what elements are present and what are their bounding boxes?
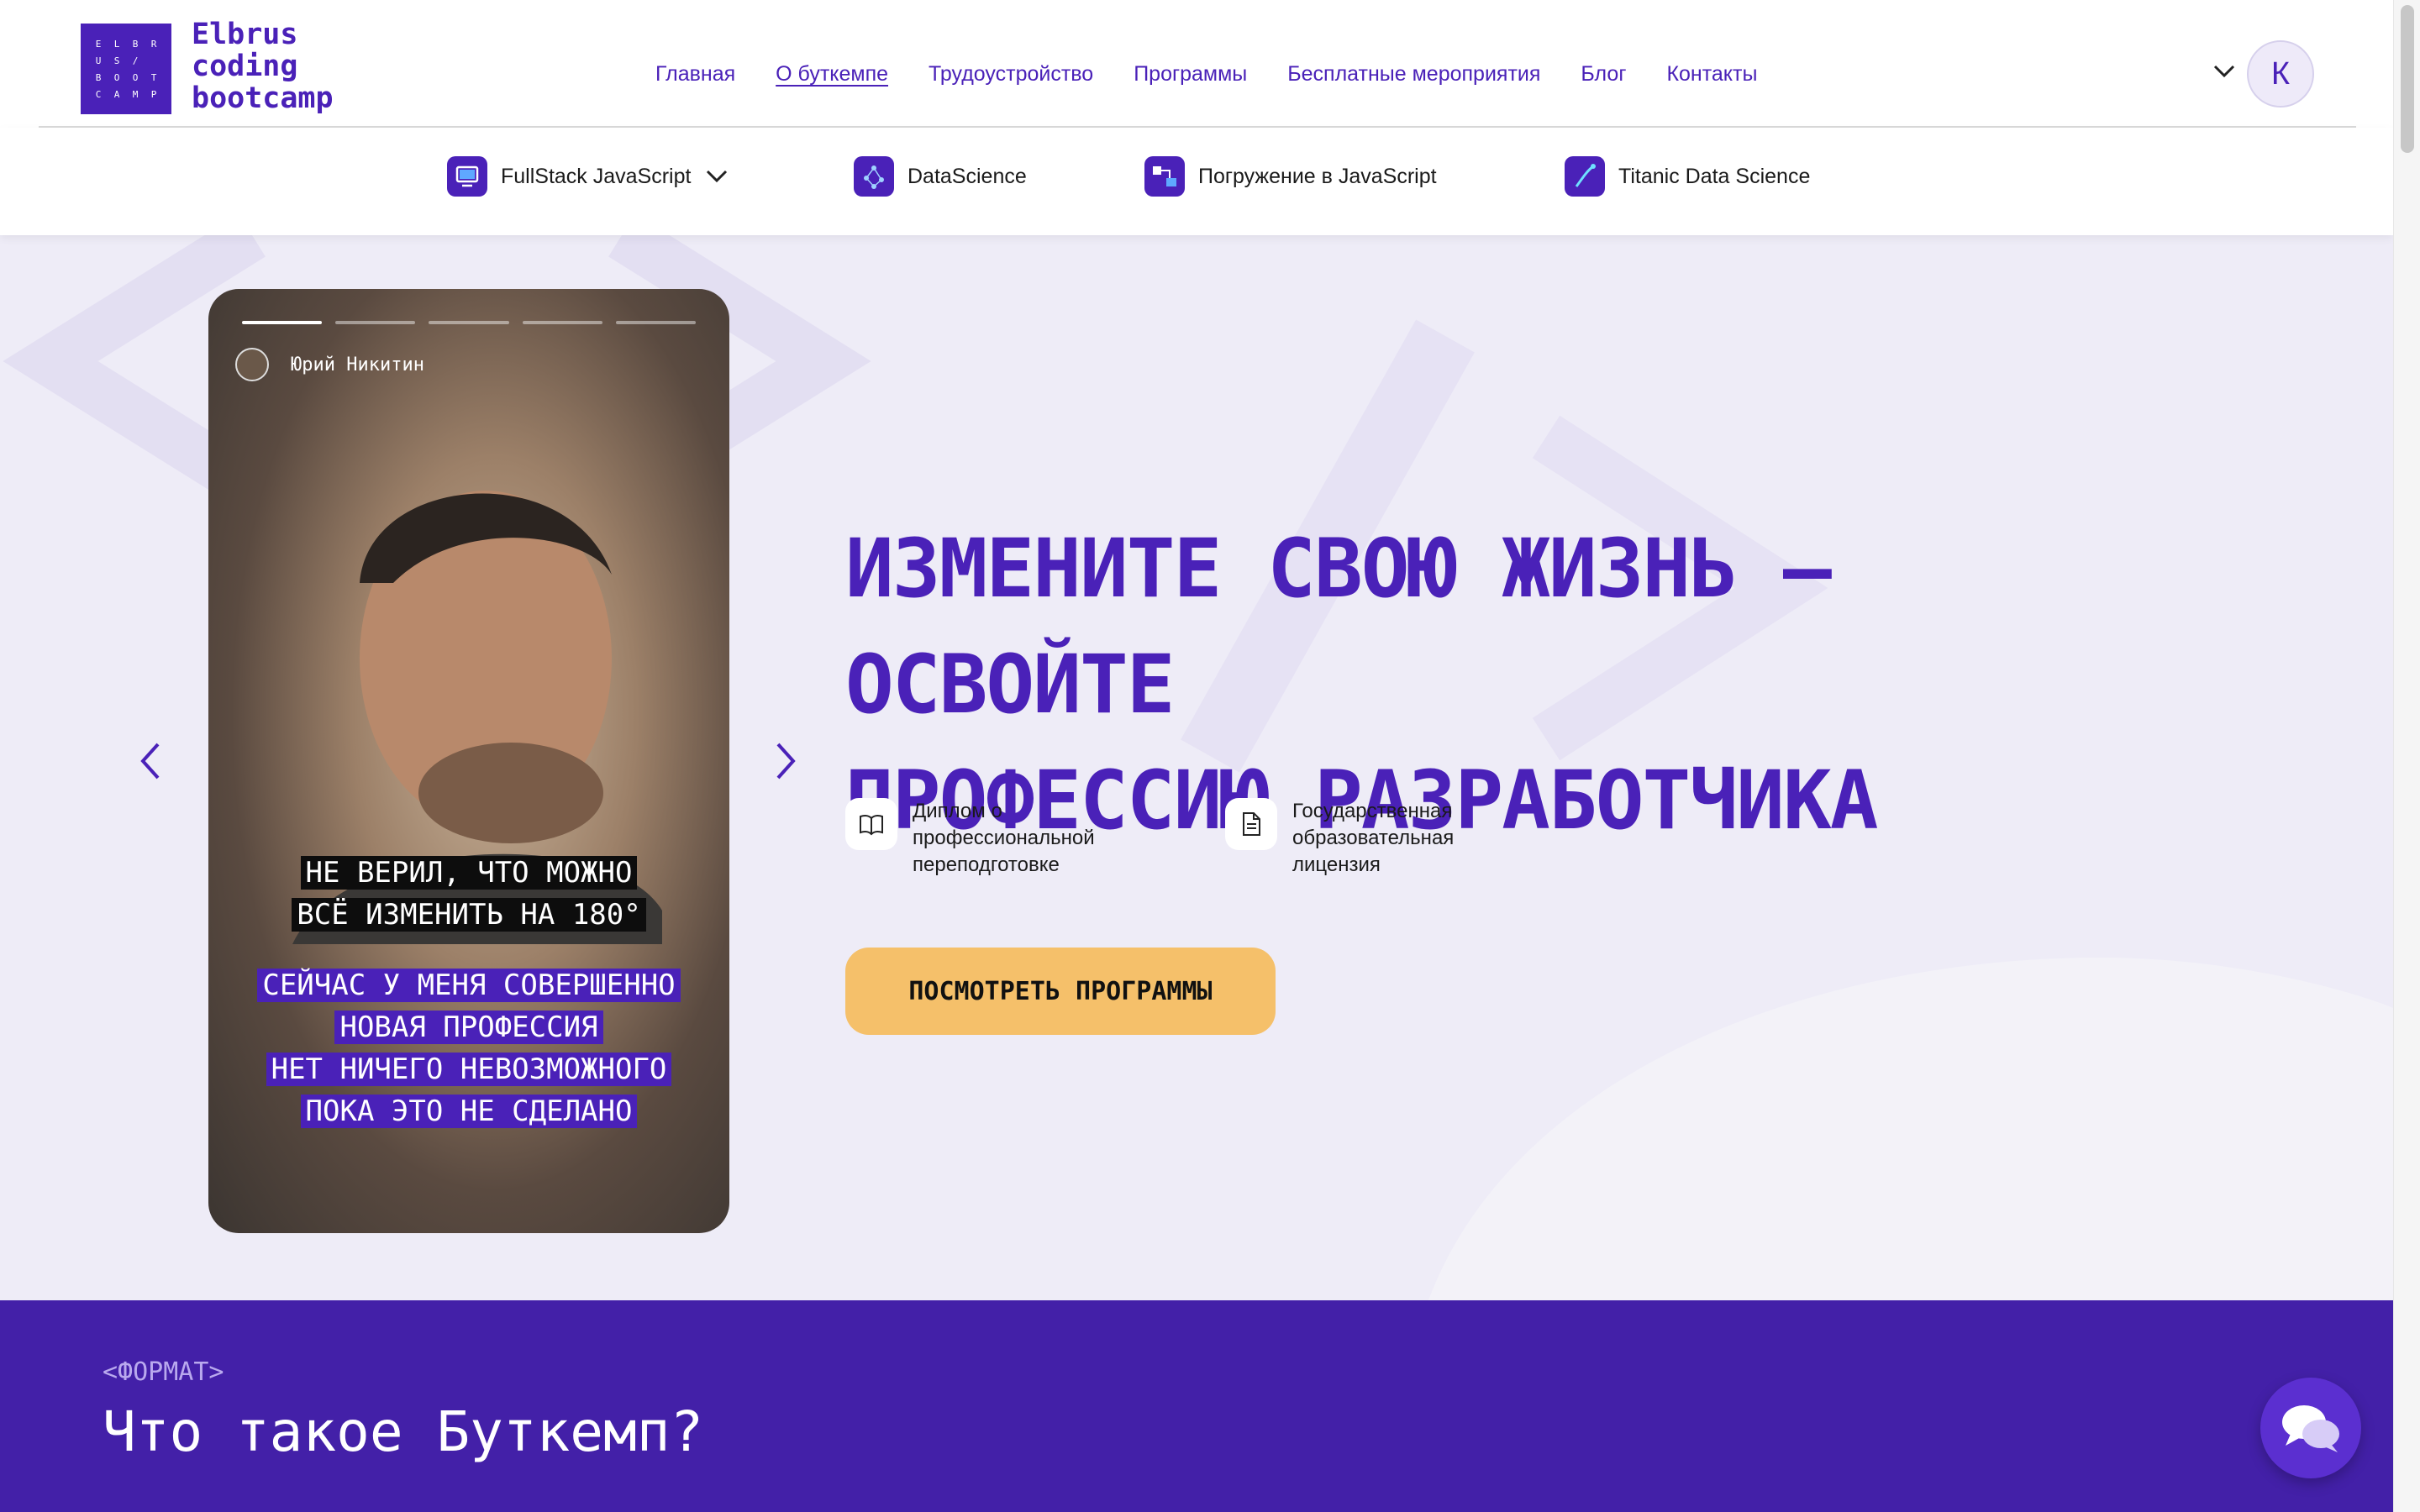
logo-letter: A — [113, 88, 120, 100]
author-name: Юрий Никитин — [291, 354, 424, 375]
caption-line: СЕЙЧАС У МЕНЯ СОВЕРШЕННО — [257, 969, 681, 1002]
chevron-right-icon[interactable] — [768, 736, 802, 786]
program-label: FullStack JavaScript — [501, 164, 692, 188]
quill-icon — [1565, 156, 1605, 197]
program-titanic-ds[interactable]: Titanic Data Science — [1565, 156, 1810, 197]
logo-mark[interactable]: E L B R U S / B O O T C A M P — [81, 24, 171, 114]
main-nav: Главная О буткемпе Трудоустройство Прогр… — [655, 62, 1757, 87]
program-label: Titanic Data Science — [1618, 164, 1811, 188]
feature-diploma: Диплом о профессиональной переподготовке — [845, 798, 1131, 879]
program-label: DataScience — [908, 164, 1027, 188]
nav-link-programs[interactable]: Программы — [1134, 62, 1247, 87]
caption-line: ПОКА ЭТО НЕ СДЕЛАНО — [300, 1095, 638, 1128]
site-header: E L B R U S / B O O T C A M P Elbrus cod… — [0, 0, 2393, 126]
logo-letter: / — [132, 55, 139, 66]
nav-link-home[interactable]: Главная — [655, 62, 735, 87]
story-progress-segment — [429, 321, 509, 324]
feature-license: Государственная образовательная лицензия — [1225, 798, 1511, 879]
author-avatar — [235, 348, 269, 381]
caption-line: ВСЁ ИЗМЕНИТЬ НА 180° — [292, 898, 646, 932]
logo-letter: O — [132, 71, 139, 83]
caption-line: НОВАЯ ПРОФЕССИЯ — [334, 1011, 603, 1044]
story-progress-segment — [335, 321, 416, 324]
document-icon — [1225, 798, 1277, 850]
hero-section: Юрий Никитин НЕ ВЕРИЛ, ЧТО МОЖНО ВСЁ ИЗМ… — [0, 235, 2393, 1300]
view-programs-button[interactable]: ПОСМОТРЕТЬ ПРОГРАММЫ — [845, 948, 1276, 1035]
logo-letter: O — [113, 71, 120, 83]
logo-letter: B — [132, 38, 139, 50]
headline-line: ИЗМЕНИТЕ СВОЮ ЖИЗНЬ — ОСВОЙТЕ — [845, 522, 1832, 732]
logo-letter: P — [150, 88, 157, 100]
network-icon — [854, 156, 894, 197]
caption-line: НЕТ НИЧЕГО НЕВОЗМОЖНОГО — [266, 1053, 672, 1086]
page-scrollbar[interactable] — [2393, 0, 2420, 1512]
feature-text: Диплом о профессиональной переподготовке — [913, 800, 1095, 876]
chevron-left-icon[interactable] — [134, 736, 168, 786]
logo-letter: S — [113, 55, 120, 66]
story-progress — [242, 321, 697, 324]
story-progress-segment — [615, 321, 697, 324]
logo-letter: T — [150, 71, 157, 83]
feature-text: Государственная образовательная лицензия — [1292, 800, 1455, 876]
program-bar: FullStack JavaScript DataScience Погруже… — [0, 128, 2393, 235]
logo-letter — [145, 55, 163, 66]
logo-letter: M — [132, 88, 139, 100]
logo-letter: L — [113, 38, 120, 50]
logo-letter: C — [95, 88, 102, 100]
monitor-icon — [447, 156, 487, 197]
nav-link-about[interactable]: О буткемпе — [776, 62, 888, 87]
nav-link-contacts[interactable]: Контакты — [1666, 62, 1757, 87]
testimonial-story[interactable]: Юрий Никитин НЕ ВЕРИЛ, ЧТО МОЖНО ВСЁ ИЗМ… — [208, 289, 729, 1233]
chevron-down-icon[interactable] — [2212, 59, 2237, 84]
story-caption-purple: СЕЙЧАС У МЕНЯ СОВЕРШЕННО НОВАЯ ПРОФЕССИЯ… — [208, 964, 729, 1132]
nav-link-free-events[interactable]: Бесплатные мероприятия — [1287, 62, 1540, 87]
logo-line: Elbrus — [192, 18, 298, 51]
caption-line: НЕ ВЕРИЛ, ЧТО МОЖНО — [300, 856, 638, 890]
page: E L B R U S / B O O T C A M P Elbrus cod… — [0, 0, 2393, 1512]
user-avatar[interactable]: К — [2247, 40, 2314, 108]
nav-link-employment[interactable]: Трудоустройство — [929, 62, 1093, 87]
logo-wordmark[interactable]: Elbrus coding bootcamp — [192, 18, 334, 114]
chevron-down-icon[interactable] — [704, 164, 729, 189]
logo-line: bootcamp — [192, 81, 334, 115]
logo-line: coding — [192, 50, 298, 83]
chat-bubbles-icon — [2282, 1405, 2339, 1452]
program-datascience[interactable]: DataScience — [854, 156, 1027, 197]
steps-icon — [1144, 156, 1185, 197]
chat-widget-button[interactable] — [2260, 1378, 2361, 1478]
story-progress-segment — [242, 321, 323, 324]
program-label: Погружение в JavaScript — [1198, 164, 1437, 188]
book-icon — [845, 798, 897, 850]
nav-link-blog[interactable]: Блог — [1581, 62, 1626, 87]
story-progress-segment — [522, 321, 602, 324]
section-title: Что такое Буткемп? — [103, 1399, 704, 1464]
scrollbar-thumb[interactable] — [2401, 5, 2414, 153]
logo-letter: E — [95, 38, 102, 50]
section-tag: <ФОРМАТ> — [103, 1357, 224, 1387]
logo-letter: R — [150, 38, 157, 50]
program-fullstack-js[interactable]: FullStack JavaScript — [447, 156, 729, 197]
format-section: <ФОРМАТ> Что такое Буткемп? — [0, 1300, 2393, 1512]
story-caption-dark: НЕ ВЕРИЛ, ЧТО МОЖНО ВСЁ ИЗМЕНИТЬ НА 180° — [208, 852, 729, 936]
program-js-intro[interactable]: Погружение в JavaScript — [1144, 156, 1437, 197]
story-author: Юрий Никитин — [235, 348, 424, 381]
logo-letter: B — [95, 71, 102, 83]
logo-letter: U — [95, 55, 102, 66]
